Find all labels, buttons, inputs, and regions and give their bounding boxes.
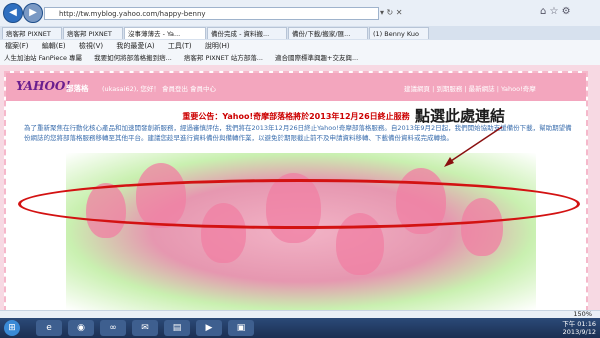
menu-tools[interactable]: 工具(T) (168, 42, 192, 50)
visual-studio-taskbar-icon[interactable]: ∞ (100, 320, 126, 336)
back-button[interactable]: ◀ (3, 3, 23, 23)
favorite-4[interactable]: 適合國際標準興趣+交友興... (275, 54, 358, 62)
annotation-text: 點選此處連結 (415, 107, 506, 125)
menu-favorites[interactable]: 我的最愛(A) (116, 42, 154, 50)
explorer-taskbar-icon[interactable]: ▤ (164, 320, 190, 336)
zoom-level[interactable]: 150% (573, 310, 592, 318)
clock-date: 2013/9/12 (562, 328, 596, 336)
menu-bar: 檔案(F) 編輯(E) 檢視(V) 我的最愛(A) 工具(T) 說明(H) (0, 40, 600, 52)
tab-2[interactable]: 痞客邦 PIXNET (63, 27, 123, 39)
windows-taskbar: ⊞ e ◉ ∞ ✉ ▤ ▶ ▣ 下午 01:16 2013/9/12 (0, 318, 600, 338)
tab-5[interactable]: 備份/下載/搬家/匯... (288, 27, 368, 39)
favorite-3[interactable]: 痞客邦 PIXNET 站方部落... (184, 54, 263, 62)
start-button[interactable]: ⊞ (4, 320, 20, 336)
menu-view[interactable]: 檢視(V) (79, 42, 103, 50)
chrome-taskbar-icon[interactable]: ◉ (68, 320, 94, 336)
tab-1[interactable]: 痞客邦 PIXNET (2, 27, 62, 39)
tab-3[interactable]: 沒事薄薄去 - Ya... (124, 27, 206, 39)
media-taskbar-icon[interactable]: ▶ (196, 320, 222, 336)
tulip-background-image (66, 153, 536, 310)
tab-6[interactable]: (1) Benny Kuo (369, 27, 429, 39)
blog-name[interactable]: 部落格 (66, 83, 89, 94)
user-links[interactable]: (ukasai62), 您好！ 會員登出 會員中心 (102, 83, 216, 93)
favorite-1[interactable]: 人生加油站 FanPiece 專屬 (4, 54, 82, 62)
menu-help[interactable]: 說明(H) (205, 42, 230, 50)
clock-time: 下午 01:16 (562, 320, 596, 328)
ie-taskbar-icon[interactable]: e (36, 320, 62, 336)
forward-button[interactable]: ▶ (23, 3, 43, 23)
header-right-links[interactable]: 建議網頁 | 到期服務 | 最新網誌 | Yahoo!奇摩 (404, 83, 536, 93)
tab-4[interactable]: 備份完成 - 資料搬... (207, 27, 287, 39)
app-taskbar-icon[interactable]: ✉ (132, 320, 158, 336)
highlight-oval (18, 179, 580, 229)
yahoo-logo[interactable]: YAHOO! (16, 79, 71, 93)
tab-strip: 痞客邦 PIXNET 痞客邦 PIXNET 沒事薄薄去 - Ya... 備份完成… (0, 26, 600, 41)
favorites-bar: 人生加油站 FanPiece 專屬 我要如何將部落格搬到痞... 痞客邦 PIX… (0, 52, 600, 66)
favorite-2[interactable]: 我要如何將部落格搬到痞... (94, 54, 172, 62)
address-bar-row: ◀ ▶ http://tw.myblog.yahoo.com/happy-ben… (0, 0, 600, 27)
page-content: YAHOO! 部落格 (ukasai62), 您好！ 會員登出 會員中心 建議網… (0, 65, 600, 312)
home-favorites-settings-icons[interactable]: ⌂ ☆ ⚙ (540, 6, 571, 17)
annotation-arrow-icon (444, 126, 503, 167)
address-input[interactable]: http://tw.myblog.yahoo.com/happy-benny (44, 7, 379, 20)
address-tools-icons[interactable]: ▾ ↻ ✕ (380, 8, 403, 17)
photo-taskbar-icon[interactable]: ▣ (228, 320, 254, 336)
menu-file[interactable]: 檔案(F) (5, 42, 29, 50)
yahoo-header-bar: YAHOO! 部落格 (ukasai62), 您好！ 會員登出 會員中心 建議網… (6, 73, 586, 101)
system-clock[interactable]: 下午 01:16 2013/9/12 (562, 320, 596, 336)
menu-edit[interactable]: 編輯(E) (42, 42, 66, 50)
